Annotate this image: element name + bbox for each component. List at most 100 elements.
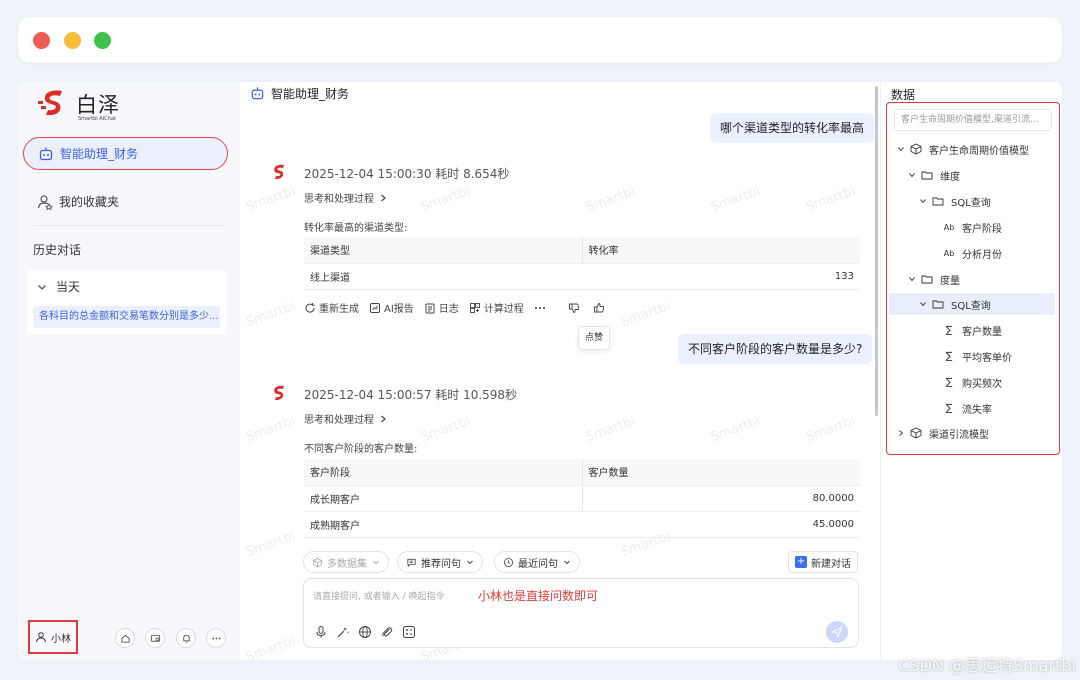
thinking-process-toggle[interactable]: 思考和处理过程 (304, 190, 388, 205)
send-button[interactable] (826, 621, 848, 643)
more-button[interactable] (206, 628, 226, 648)
sidebar-item-favorites[interactable]: 我的收藏夹 (37, 193, 119, 210)
folder-icon (932, 300, 944, 309)
result-table: 渠道类型 转化率 线上渠道 133 (304, 237, 860, 290)
tree-node-label: 维度 (940, 171, 960, 183)
action-label: AI报告 (384, 304, 414, 315)
minimize-window-button[interactable] (64, 32, 81, 49)
caret-down-icon[interactable] (897, 145, 905, 153)
sidebar-item-assistant-finance[interactable]: 智能助理_财务 (23, 137, 228, 170)
data-search-input[interactable]: 客户生命周期价值模型,渠道引流... (894, 109, 1052, 131)
globe-icon[interactable] (358, 625, 372, 639)
message-input[interactable]: 请直接提问, 或者输入 / 唤起指令 小林也是直接问数即可 (303, 578, 859, 648)
recommended-questions-dropdown[interactable]: 推荐问句 (397, 551, 483, 573)
today-group-toggle[interactable]: 当天 (36, 278, 80, 295)
sum-icon: ∑ (945, 402, 953, 414)
regenerate-button[interactable]: 重新生成 (304, 300, 359, 315)
response-caption: 转化率最高的渠道类型: (304, 223, 408, 234)
tree-node[interactable]: SQL查询 (889, 293, 1055, 315)
dataset-selector[interactable]: 多数据集 (303, 551, 389, 573)
caret-down-icon[interactable] (908, 275, 916, 283)
conversation-title-text: 智能助理_财务 (271, 87, 350, 101)
sum-icon: ∑ (945, 350, 953, 362)
caret-down-icon[interactable] (908, 171, 916, 179)
robot-icon (251, 87, 264, 100)
thinking-process-toggle[interactable]: 思考和处理过程 (304, 411, 388, 426)
watermark-text: Smartbi (243, 633, 298, 660)
tree-node-label: 购买频次 (962, 378, 1002, 390)
watermark-text: Smartbi (243, 528, 298, 561)
cube-icon (312, 557, 323, 568)
data-panel: 数据 客户生命周期价值模型,渠道引流... 客户生命周期价值模型维度 SQL查询 A… (880, 82, 1062, 660)
sidebar-item-label: 智能助理_财务 (60, 147, 139, 161)
table-cell: 80.0000 (582, 485, 860, 512)
response-timestamp: 2025-12-04 15:00:30 耗时 8.654秒 (304, 167, 510, 181)
table-cell: 45.0000 (582, 511, 860, 538)
table-row: 线上渠道 133 (304, 263, 860, 290)
notifications-button[interactable] (176, 628, 196, 648)
tree-node[interactable]: ∑ 流失率 (889, 397, 1055, 419)
caret-down-icon[interactable] (919, 300, 927, 308)
history-item[interactable]: 各科目的总金额和交易笔数分别是多少... (33, 306, 220, 328)
thumbs-down-icon (568, 303, 579, 313)
tree-node[interactable]: 渠道引流模型 (889, 422, 1055, 444)
app-window: 白泽 Smartbi AIChat 智能助理_财务 我的收藏夹 历史对话 当天 … (18, 82, 1062, 660)
dislike-button[interactable] (568, 302, 583, 314)
recommended-label: 推荐问句 (421, 558, 461, 570)
sidebar: 白泽 Smartbi AIChat 智能助理_财务 我的收藏夹 历史对话 当天 … (18, 82, 240, 660)
screen-button[interactable] (145, 628, 165, 648)
watermark-text: Smartbi (243, 298, 298, 331)
new-conversation-button[interactable]: + 新建对话 (788, 551, 858, 573)
tree-node[interactable]: ∑ 平均客单价 (889, 345, 1055, 367)
chevron-right-icon (381, 415, 386, 422)
calculation-process-button[interactable]: 计算过程 (469, 300, 524, 315)
tree-node-label: SQL查询 (951, 300, 991, 312)
tree-node[interactable]: 客户生命周期价值模型 (889, 138, 1055, 160)
watermark-text: Smartbi (418, 183, 473, 216)
robot-icon (39, 147, 53, 160)
input-placeholder: 请直接提问, 或者输入 / 唤起指令 (313, 592, 445, 602)
close-window-button[interactable] (33, 32, 50, 49)
caret-down-icon[interactable] (919, 197, 927, 205)
annotation-text: 小林也是直接问数即可 (478, 589, 599, 603)
log-button[interactable]: 日志 (424, 300, 459, 315)
table-cell: 133 (582, 263, 860, 290)
data-panel-title: 数据 (891, 88, 916, 102)
column-header: 转化率 (582, 237, 860, 264)
action-label: 计算过程 (483, 304, 524, 315)
tree-node[interactable]: 维度 (889, 164, 1055, 186)
like-button[interactable] (593, 302, 608, 314)
chevron-down-icon (373, 560, 379, 565)
microphone-icon[interactable] (314, 625, 328, 639)
more-actions-button[interactable] (534, 302, 558, 314)
chat-scrollbar[interactable] (875, 86, 878, 416)
tree-node[interactable]: Ab 客户阶段 (889, 216, 1055, 238)
more-dots-icon (534, 306, 545, 309)
tree-node[interactable]: SQL查询 (889, 190, 1055, 212)
magic-wand-icon[interactable] (336, 625, 350, 639)
data-tree-container: 客户生命周期价值模型,渠道引流... 客户生命周期价值模型维度 SQL查询 Ab 客户… (886, 102, 1060, 455)
tree-node-label: 平均客单价 (962, 352, 1012, 364)
chat-bubble-icon (407, 558, 416, 567)
thinking-label: 思考和处理过程 (304, 415, 374, 426)
caret-right-icon[interactable] (897, 429, 905, 437)
tree-node[interactable]: 度量 (889, 268, 1055, 290)
tree-node[interactable]: ∑ 客户数量 (889, 319, 1055, 341)
command-icon[interactable] (402, 625, 416, 639)
user-profile-button[interactable]: 小林 (28, 620, 78, 654)
ai-report-button[interactable]: AI报告 (369, 300, 414, 315)
clipboard-icon (425, 303, 435, 313)
recent-label: 最近问句 (518, 558, 558, 570)
maximize-window-button[interactable] (94, 32, 111, 49)
brand-logo: 白泽 Smartbi AIChat (38, 88, 148, 122)
tree-node[interactable]: Ab 分析月份 (889, 242, 1055, 264)
dataset-label: 多数据集 (327, 558, 367, 570)
watermark-text: Smartbi (618, 298, 673, 331)
tree-node[interactable]: ∑ 购买频次 (889, 371, 1055, 393)
recent-questions-dropdown[interactable]: 最近问句 (494, 551, 580, 573)
home-button[interactable] (115, 628, 135, 648)
watermark-text: Smartbi (583, 413, 638, 446)
table-header-row: 客户阶段 客户数量 (304, 459, 860, 486)
watermark-text: Smartbi (418, 413, 473, 446)
attachment-icon[interactable] (380, 625, 394, 639)
